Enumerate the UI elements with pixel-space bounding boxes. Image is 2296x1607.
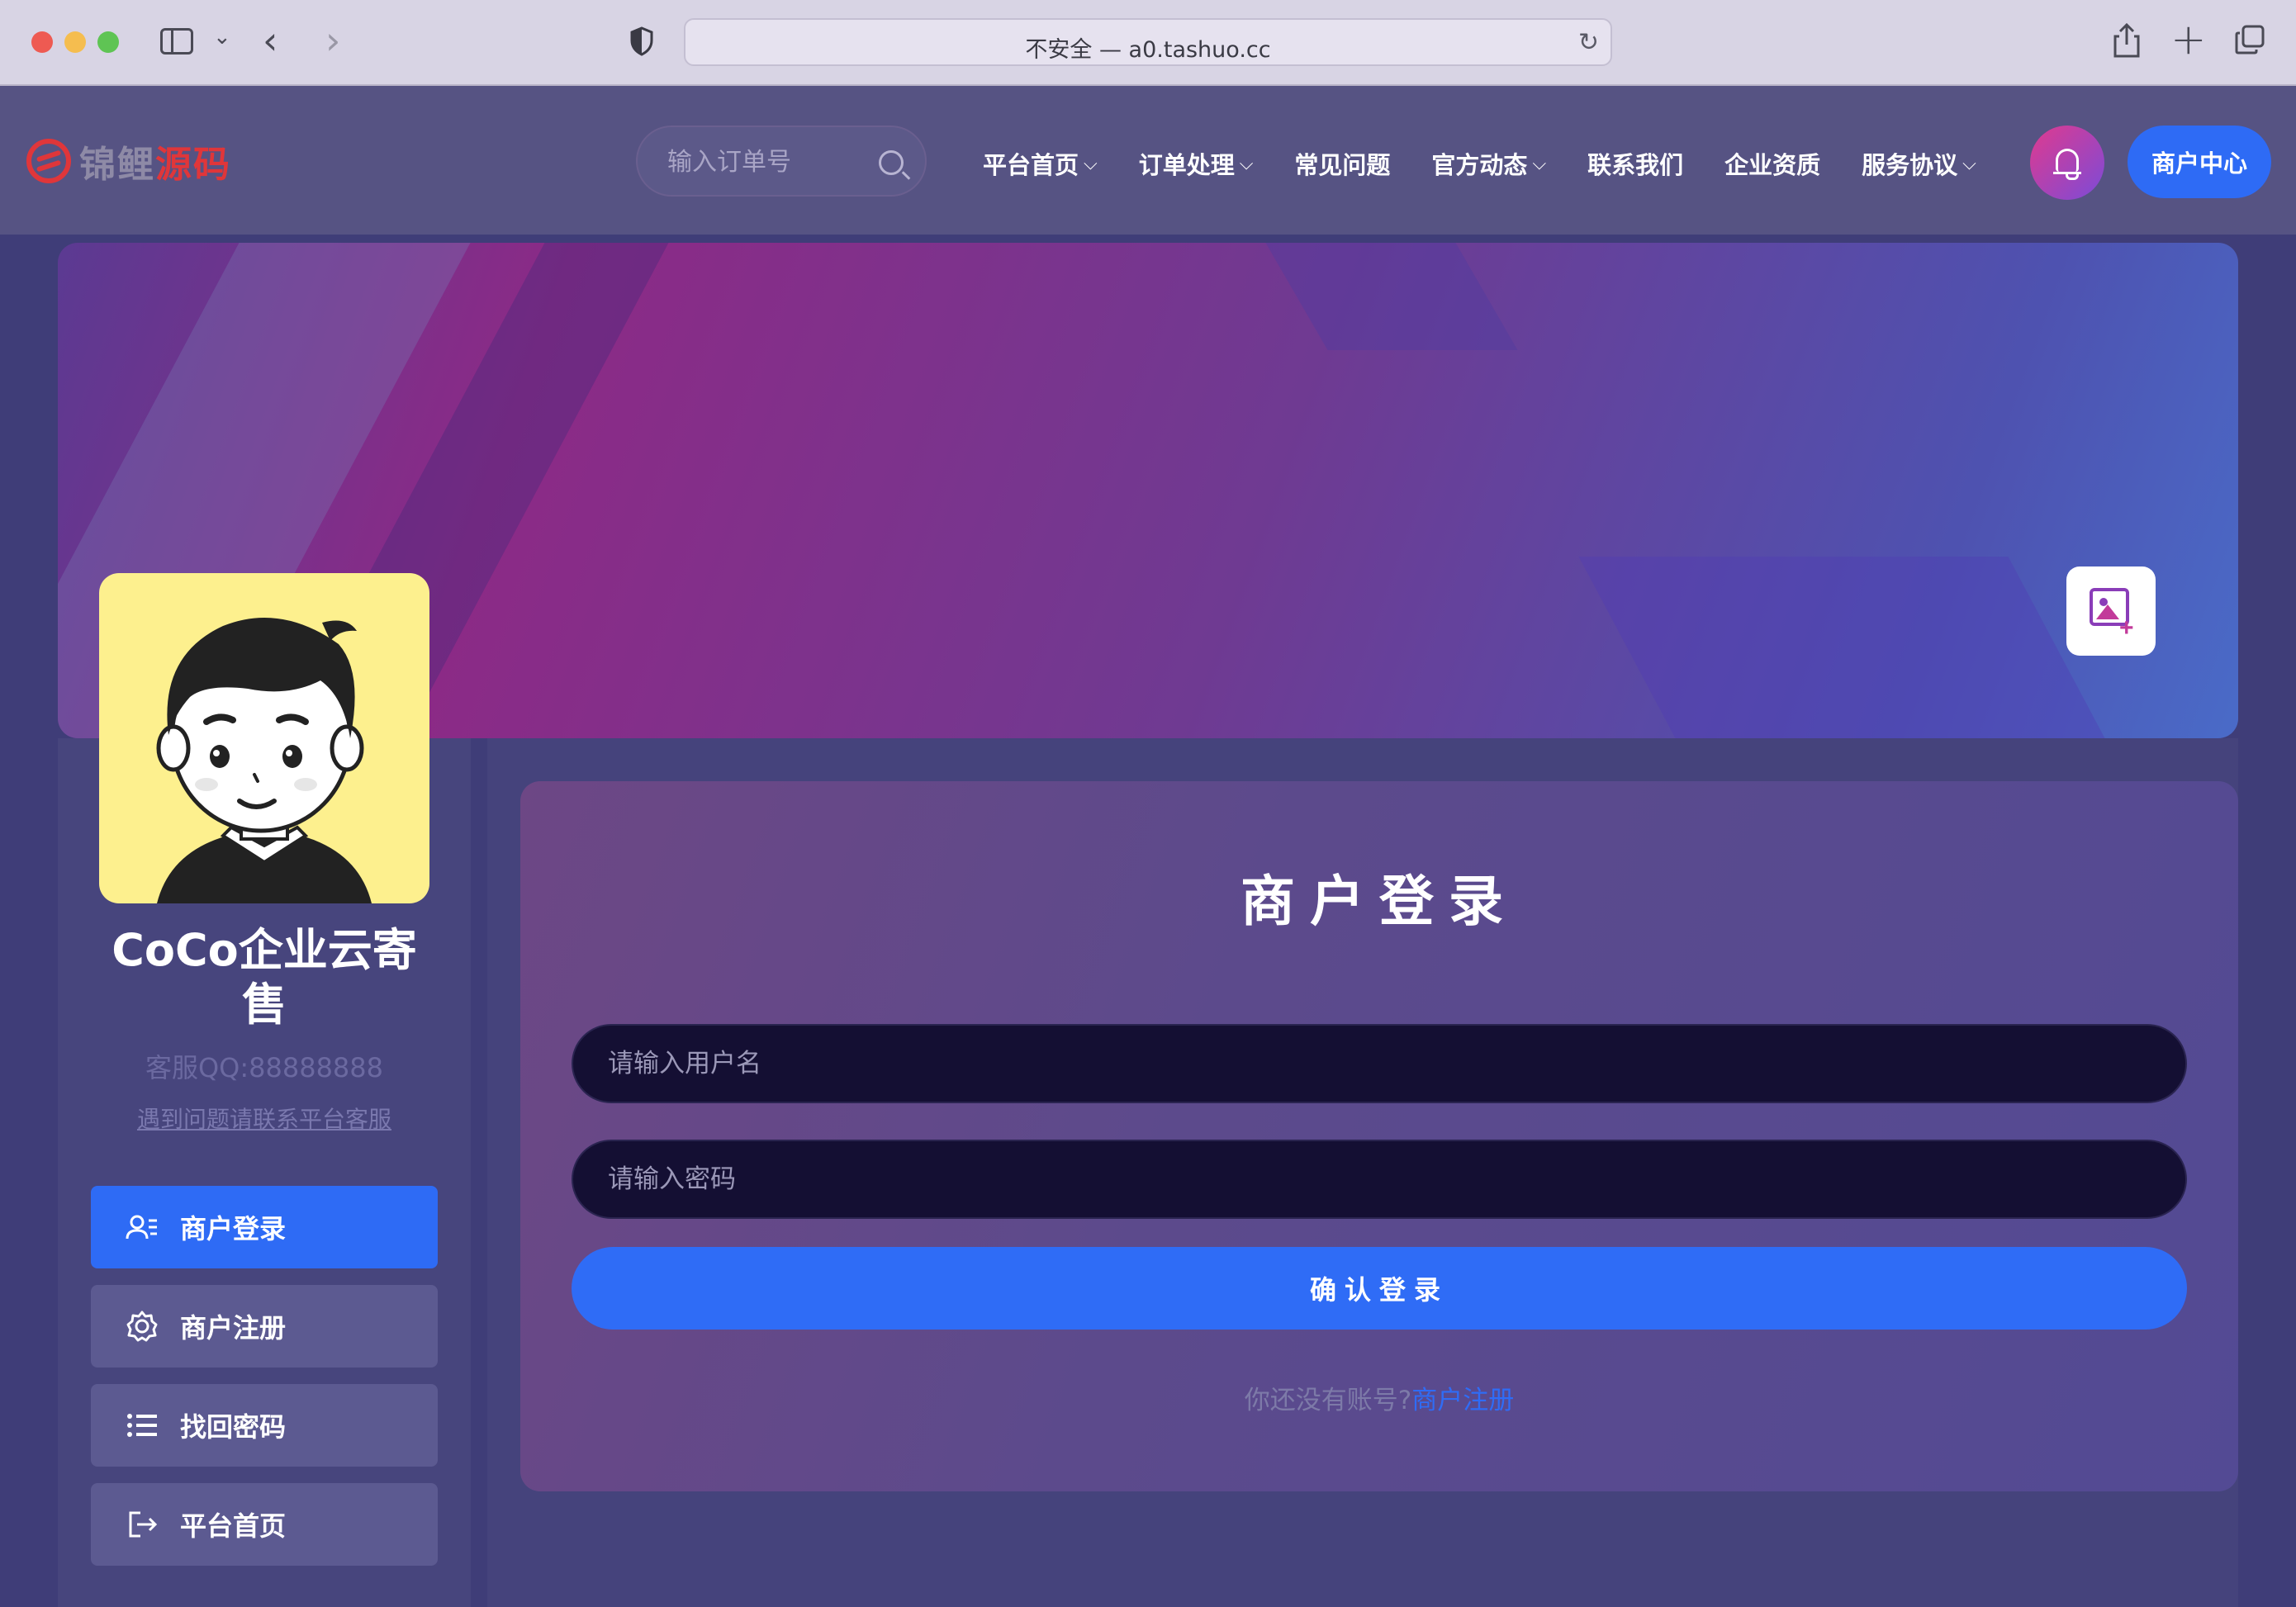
nav-item-news[interactable]: 官方动态 ⌵ [1431,146,1546,181]
confirm-login-button[interactable]: 确认登录 [572,1247,2187,1330]
nav-label: 订单处理 [1138,151,1235,179]
logo-text: 锦鲤源码 [79,135,231,187]
plus-icon: + [2119,614,2134,642]
contact-support-link[interactable]: 遇到问题请联系平台客服 [83,1102,446,1135]
nav-label: 服务协议 [1862,151,1958,179]
notification-button[interactable] [2030,126,2104,200]
banner-decoration [1265,243,1518,350]
change-banner-button[interactable]: + [2066,566,2156,656]
site-logo[interactable]: 锦鲤源码 [26,135,231,187]
minimize-window-button[interactable] [64,31,86,53]
sidebar-toggle-icon[interactable] [160,28,193,55]
register-link[interactable]: 商户注册 [1411,1386,1514,1415]
user-list-icon [126,1215,157,1240]
address-text: 不安全 — a0.tashuo.cc [1025,37,1271,63]
site-header: 锦鲤源码 平台首页⌵ 订单处理⌵ 常见问题 官方动态⌵ 联系我们 企业资质 服务… [0,86,2296,235]
sidebar-item-merchant-login[interactable]: 商户登录 [91,1186,438,1268]
nav-item-faq[interactable]: 常见问题 [1294,146,1390,181]
chevron-down-icon: ⌵ [1532,153,1547,174]
logo-text-part2: 源码 [155,144,231,186]
customer-service-qq: 客服QQ:88888888 [145,1052,384,1083]
no-account-text: 你还没有账号? [1244,1386,1412,1415]
banner-decoration [1578,557,2105,738]
nav-label: 官方动态 [1431,151,1528,179]
nav-item-agreement[interactable]: 服务协议 ⌵ [1862,146,1976,181]
nav-label: 企业资质 [1724,151,1821,179]
logout-icon [129,1511,158,1538]
share-icon[interactable] [2113,23,2141,58]
browser-toolbar: ⌄ ‹ › 不安全 — a0.tashuo.cc ↻ + [0,0,2296,86]
tab-overview-icon[interactable] [2235,25,2265,55]
password-input[interactable] [572,1140,2187,1219]
nav-item-contact[interactable]: 联系我们 [1587,146,1683,181]
nav-label: 平台首页 [983,151,1079,179]
login-card: 商户登录 确认登录 你还没有账号?商户注册 [520,781,2238,1491]
username-input[interactable] [572,1024,2187,1103]
avatar-illustration [156,617,372,903]
new-tab-icon[interactable]: + [2170,15,2207,64]
chevron-down-icon[interactable]: ⌄ [213,25,231,50]
sidebar-item-label: 商户注册 [180,1312,287,1344]
main-nav: 平台首页 ⌵ 订单处理 ⌵ 常见问题 官方动态 ⌵ 联系我们 企业资质 服务协议 ⌵ [983,140,2018,187]
maximize-window-button[interactable] [97,31,119,53]
sidebar-item-label: 找回密码 [180,1411,287,1443]
back-icon[interactable]: ‹ [263,18,278,63]
address-bar[interactable]: 不安全 — a0.tashuo.cc ↻ [684,18,1612,66]
sidebar-item-label: 平台首页 [180,1510,287,1542]
chevron-down-icon: ⌵ [1962,153,1976,174]
chevron-down-icon: ⌵ [1239,153,1254,174]
shop-name-line: CoCo企业云寄 [111,924,417,976]
nav-item-qualification[interactable]: 企业资质 [1724,146,1820,181]
order-search-input[interactable] [667,142,866,182]
gear-icon [126,1311,158,1342]
register-prompt: 你还没有账号?商户注册 [520,1379,2238,1416]
shop-name-line: 售 [242,979,287,1031]
sidebar-item-platform-home[interactable]: 平台首页 [91,1483,438,1566]
logo-text-part1: 锦鲤 [79,144,155,186]
nav-item-orders[interactable]: 订单处理 ⌵ [1139,146,1254,181]
reload-icon[interactable]: ↻ [1578,28,1599,57]
avatar [99,573,429,903]
sidebar-item-merchant-register[interactable]: 商户注册 [91,1285,438,1368]
nav-label: 常见问题 [1294,151,1391,179]
search-icon[interactable] [879,150,904,175]
forward-icon[interactable]: › [325,18,340,63]
merchant-center-button[interactable]: 商户中心 [2128,126,2271,198]
sidebar-item-label: 商户登录 [180,1213,287,1244]
bell-icon [2053,149,2081,180]
logo-icon [26,139,71,183]
login-title: 商户登录 [1241,870,1518,933]
chevron-down-icon: ⌵ [1084,153,1098,174]
nav-item-home[interactable]: 平台首页 ⌵ [983,146,1098,181]
list-icon [127,1414,157,1437]
nav-label: 联系我们 [1587,151,1684,179]
shield-icon[interactable] [629,26,654,56]
shop-name: CoCo企业云寄 售 [83,923,446,1032]
order-search [636,126,927,197]
close-window-button[interactable] [31,31,53,53]
sidebar-item-recover-password[interactable]: 找回密码 [91,1384,438,1467]
